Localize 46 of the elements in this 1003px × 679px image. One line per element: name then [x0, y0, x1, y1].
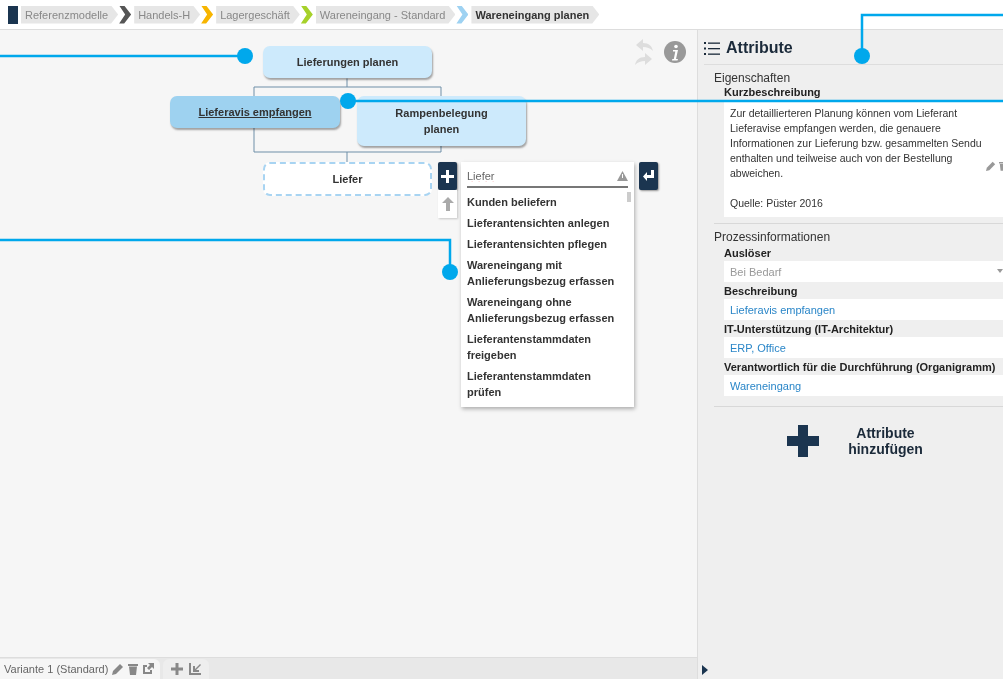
- info-icon[interactable]: [664, 41, 686, 63]
- up-arrow-icon: [441, 197, 454, 211]
- value-field[interactable]: ERP, Office: [724, 337, 1003, 358]
- section-heading: Eigenschaften: [714, 71, 792, 85]
- suggestion-item[interactable]: Wareneingang ohne Anlieferungsbezug erfassen: [467, 292, 628, 329]
- suggestion-item[interactable]: Lieferantensichten pflegen: [467, 234, 628, 255]
- breadcrumb-link[interactable]: Wareneingang planen: [471, 5, 600, 24]
- plus-icon: [441, 169, 454, 183]
- panel-title: Attribute: [726, 39, 793, 57]
- section-heading: Prozessinformationen: [714, 230, 832, 244]
- variant-label: Variante 1 (Standard): [4, 663, 109, 675]
- plus-icon[interactable]: [171, 663, 184, 675]
- warning-icon: [617, 171, 628, 181]
- suggestion-item[interactable]: Kunden beliefern: [467, 192, 628, 213]
- process-node[interactable]: Rampenbelegung planen: [357, 96, 526, 146]
- suggestion-item[interactable]: Lieferantenstammdaten prüfen: [467, 366, 628, 403]
- process-node[interactable]: Lieferungen planen: [263, 46, 432, 78]
- plus-icon: [786, 425, 819, 457]
- value-field[interactable]: Wareneingang: [724, 375, 1003, 396]
- trash-icon[interactable]: [128, 663, 139, 675]
- field-label: Auslöser: [724, 247, 772, 259]
- suggestion-item[interactable]: Lieferantensichten anlegen: [467, 213, 628, 234]
- suggestion-item[interactable]: Lieferantenstammdaten freigeben: [467, 329, 628, 366]
- enter-icon: [643, 170, 654, 182]
- suggestion-item[interactable]: Wareneingang mit Anlieferungsbezug erfassen: [467, 255, 628, 292]
- search-field[interactable]: Liefer: [467, 170, 617, 182]
- field-label: Verantwortlich für die Durchführung (Organigramm): [724, 361, 996, 373]
- add-attributes-button[interactable]: Attribute hinzufügen: [714, 425, 1003, 457]
- import-icon[interactable]: [189, 663, 202, 675]
- source-text: Quelle: Püster 2016: [730, 196, 824, 211]
- pencil-icon[interactable]: [986, 161, 996, 171]
- draft-node[interactable]: Liefer: [263, 162, 432, 196]
- field-label: Kurzbeschreibung: [724, 86, 821, 98]
- description-text: enthalten und teilweise auch von der Bestellung abweichen.: [730, 151, 954, 181]
- confirm-button[interactable]: [639, 162, 658, 190]
- value-field[interactable]: Lieferavis empfangen: [724, 299, 1003, 320]
- scrollbar-thumb[interactable]: [627, 192, 631, 202]
- field-label: IT-Unterstützung (IT-Architektur): [724, 323, 894, 335]
- external-link-icon[interactable]: [142, 663, 155, 675]
- add-button[interactable]: [438, 162, 457, 190]
- pencil-icon[interactable]: [112, 663, 125, 675]
- variant-tab[interactable]: Variante 1 (Standard): [0, 659, 161, 679]
- expand-arrow-icon[interactable]: [702, 665, 708, 675]
- process-node[interactable]: Lieferavis empfangen: [170, 96, 340, 128]
- field-label: Beschreibung: [724, 285, 798, 297]
- list-icon: [704, 41, 720, 55]
